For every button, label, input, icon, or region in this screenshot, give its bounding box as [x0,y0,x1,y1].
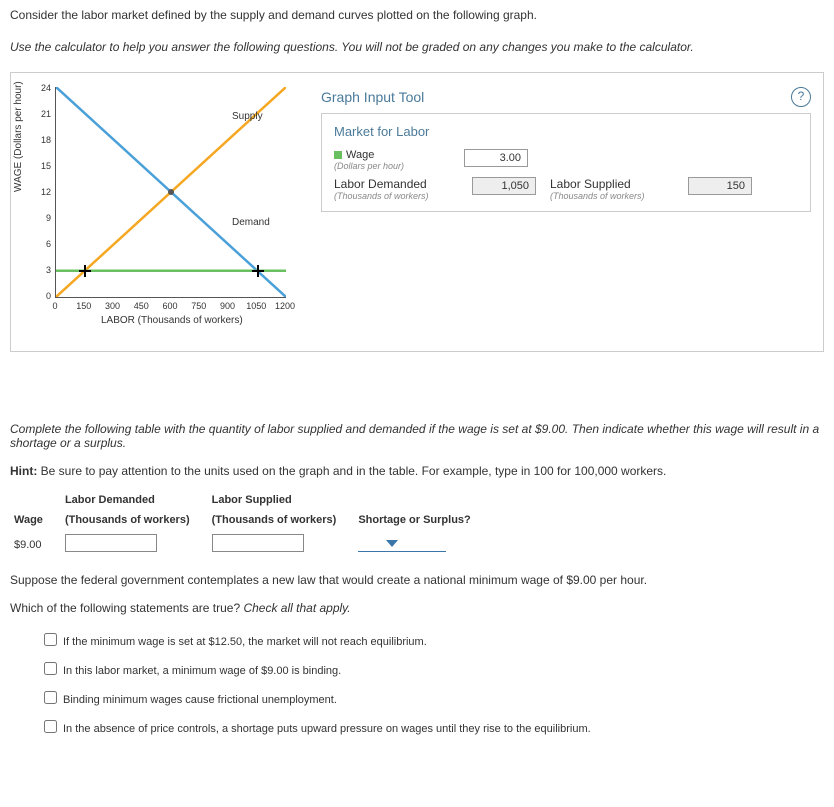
x-tick: 750 [187,301,211,311]
q2-which-instruction: Check all that apply. [240,601,351,615]
opt-4-text: In the absence of price controls, a shor… [63,723,591,735]
shortage-surplus-dropdown[interactable] [358,538,446,552]
x-tick: 0 [43,301,67,311]
opt-1-text: If the minimum wage is set at $12.50, th… [63,636,427,648]
tool-title: Graph Input Tool [321,89,424,105]
wage-input[interactable]: 3.00 [464,149,528,167]
opt-2-text: In this labor market, a minimum wage of … [63,665,341,677]
y-tick: 12 [35,187,51,197]
checkbox-opt-4[interactable] [44,720,57,733]
chevron-down-icon [386,540,398,547]
wage-line-handle-left[interactable] [79,265,91,277]
col-labor-demanded: Labor Demanded [61,490,208,510]
y-tick: 0 [35,291,51,301]
y-tick: 6 [35,239,51,249]
hint-row: Hint: Be sure to pay attention to the un… [10,464,824,478]
checkbox-list: If the minimum wage is set at $12.50, th… [40,629,824,735]
labor-supplied-label: Labor Supplied [550,177,680,191]
checkbox-opt-3[interactable] [44,691,57,704]
opt-3-text: Binding minimum wages cause frictional u… [63,694,337,706]
wage-label: Wage [346,149,374,161]
y-tick: 24 [35,83,51,93]
x-tick: 1050 [244,301,268,311]
q1-prompt: Complete the following table with the qu… [10,422,819,450]
y-axis-label: WAGE (Dollars per hour) [13,81,24,192]
y-tick: 15 [35,161,51,171]
market-panel-title: Market for Labor [334,124,798,139]
calculator-panel: 24 21 18 15 12 9 6 3 0 WAGE (Dollars per… [10,72,824,352]
x-tick: 900 [216,301,240,311]
hint-label: Hint: [10,464,37,478]
q2-which: Which of the following statements are tr… [10,601,240,615]
y-tick: 9 [35,213,51,223]
plot-region[interactable]: Supply Demand [55,87,286,298]
answer-table: Labor Demanded Labor Supplied Wage (Thou… [10,490,489,559]
col-ls-sub: (Thousands of workers) [208,510,355,530]
labor-demanded-value: 1,050 [472,177,536,195]
checkbox-opt-2[interactable] [44,662,57,675]
y-tick: 18 [35,135,51,145]
checkbox-opt-1[interactable] [44,633,57,646]
y-tick: 21 [35,109,51,119]
y-tick: 3 [35,265,51,275]
chart-area: 24 21 18 15 12 9 6 3 0 WAGE (Dollars per… [21,87,301,337]
labor-supplied-input[interactable] [212,534,304,552]
intro-paragraph-2: Use the calculator to help you answer th… [10,40,824,54]
equilibrium-point [168,189,174,195]
col-wage: Wage [10,510,61,530]
col-shortage-surplus: Shortage or Surplus? [354,510,488,530]
labor-demanded-sublabel: (Thousands of workers) [334,191,464,201]
wage-sublabel: (Dollars per hour) [334,161,454,171]
x-tick: 300 [101,301,125,311]
market-panel: Market for Labor Wage (Dollars per hour)… [321,113,811,212]
demand-label: Demand [232,217,270,228]
help-icon[interactable]: ? [791,87,811,107]
x-tick: 450 [129,301,153,311]
hint-text: Be sure to pay attention to the units us… [37,464,666,478]
col-ld-sub: (Thousands of workers) [61,510,208,530]
labor-supplied-value: 150 [688,177,752,195]
labor-supplied-sublabel: (Thousands of workers) [550,191,680,201]
col-labor-supplied: Labor Supplied [208,490,355,510]
x-tick: 150 [72,301,96,311]
x-tick: 1200 [273,301,297,311]
x-axis-label: LABOR (Thousands of workers) [101,315,243,326]
labor-demanded-input[interactable] [65,534,157,552]
x-tick: 600 [158,301,182,311]
graph-input-tool: Graph Input Tool ? Market for Labor Wage… [321,87,811,212]
q2-context: Suppose the federal government contempla… [10,573,824,587]
wage-line-handle-right[interactable] [252,265,264,277]
supply-label: Supply [232,111,263,122]
intro-paragraph-1: Consider the labor market defined by the… [10,8,824,22]
labor-demanded-label: Labor Demanded [334,177,464,191]
row-wage-value: $9.00 [10,530,61,559]
wage-swatch-icon [334,151,342,159]
